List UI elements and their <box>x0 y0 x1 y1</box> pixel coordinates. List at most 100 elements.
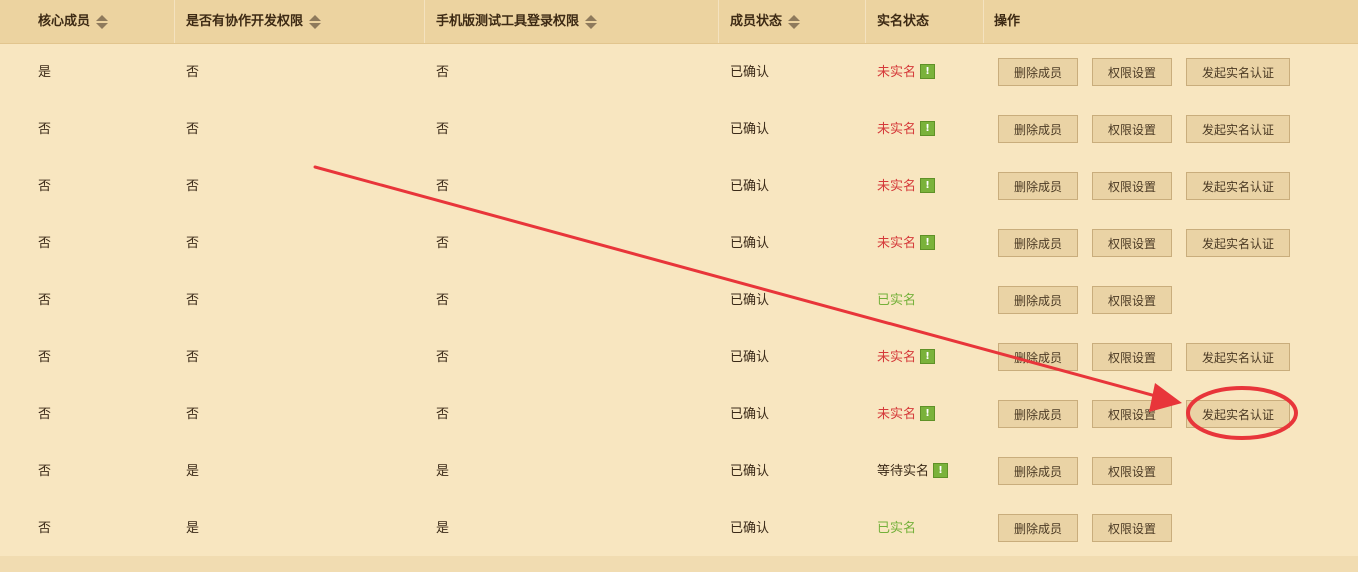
delete-member-button[interactable]: 删除成员 <box>998 457 1078 485</box>
table-header: 核心成员 是否有协作开发权限 手机版测试工具登录权限 成员状态 实名状态 操作 <box>0 0 1358 44</box>
cell-core-member: 否 <box>38 350 52 365</box>
warning-icon[interactable]: ! <box>920 235 936 250</box>
header-mobile-login-permission[interactable]: 手机版测试工具登录权限 <box>436 0 598 43</box>
cell-collab-permission: 否 <box>186 407 200 422</box>
realname-status-text: 未实名 <box>877 179 917 194</box>
warning-icon[interactable]: ! <box>920 178 936 193</box>
cell-collab-permission: 否 <box>186 293 200 308</box>
cell-realname-status: 未实名! <box>877 386 936 443</box>
table-row: 是 否 否 已确认 未实名! 删除成员 权限设置 发起实名认证 <box>0 44 1358 101</box>
cell-collab-permission: 是 <box>186 521 200 536</box>
cell-mobile-login-permission: 否 <box>436 350 450 365</box>
delete-member-button[interactable]: 删除成员 <box>998 229 1078 257</box>
warning-icon[interactable]: ! <box>920 121 936 136</box>
cell-collab-permission: 否 <box>186 122 200 137</box>
table-row: 否 是 是 已确认 等待实名! 删除成员 权限设置 <box>0 443 1358 500</box>
cell-member-status: 已确认 <box>730 65 770 80</box>
sort-icon[interactable] <box>96 14 109 30</box>
table-row: 否 否 否 已确认 已实名 删除成员 权限设置 <box>0 272 1358 329</box>
realname-status-text: 未实名 <box>877 407 917 422</box>
realname-status-text: 未实名 <box>877 122 917 137</box>
cell-core-member: 否 <box>38 521 52 536</box>
permission-settings-button[interactable]: 权限设置 <box>1092 172 1172 200</box>
cell-realname-status: 未实名! <box>877 101 936 158</box>
cell-mobile-login-permission: 否 <box>436 122 450 137</box>
header-member-status[interactable]: 成员状态 <box>730 0 801 43</box>
delete-member-button[interactable]: 删除成员 <box>998 172 1078 200</box>
cell-member-status: 已确认 <box>730 350 770 365</box>
header-actions: 操作 <box>994 14 1021 29</box>
header-core-member[interactable]: 核心成员 <box>38 0 109 43</box>
cell-member-status: 已确认 <box>730 407 770 422</box>
table-row: 否 是 是 已确认 已实名 删除成员 权限设置 <box>0 500 1358 557</box>
realname-status-text: 未实名 <box>877 65 917 80</box>
realname-status-text: 等待实名 <box>877 464 930 479</box>
cell-core-member: 否 <box>38 407 52 422</box>
initiate-realname-verification-button[interactable]: 发起实名认证 <box>1186 172 1290 200</box>
cell-core-member: 是 <box>38 65 52 80</box>
delete-member-button[interactable]: 删除成员 <box>998 400 1078 428</box>
cell-mobile-login-permission: 否 <box>436 65 450 80</box>
table-row: 否 否 否 已确认 未实名! 删除成员 权限设置 发起实名认证 <box>0 329 1358 386</box>
cell-mobile-login-permission: 否 <box>436 179 450 194</box>
table-footer <box>0 556 1358 572</box>
sort-icon[interactable] <box>585 14 598 30</box>
cell-member-status: 已确认 <box>730 293 770 308</box>
cell-core-member: 否 <box>38 179 52 194</box>
cell-realname-status: 未实名! <box>877 215 936 272</box>
realname-status-text: 已实名 <box>877 293 917 308</box>
delete-member-button[interactable]: 删除成员 <box>998 58 1078 86</box>
delete-member-button[interactable]: 删除成员 <box>998 286 1078 314</box>
cell-collab-permission: 否 <box>186 350 200 365</box>
delete-member-button[interactable]: 删除成员 <box>998 115 1078 143</box>
cell-mobile-login-permission: 是 <box>436 464 450 479</box>
cell-realname-status: 未实名! <box>877 44 936 101</box>
cell-core-member: 否 <box>38 122 52 137</box>
permission-settings-button[interactable]: 权限设置 <box>1092 457 1172 485</box>
realname-status-text: 已实名 <box>877 521 917 536</box>
header-collab-permission[interactable]: 是否有协作开发权限 <box>186 0 322 43</box>
initiate-realname-verification-button[interactable]: 发起实名认证 <box>1186 229 1290 257</box>
initiate-realname-verification-button[interactable]: 发起实名认证 <box>1186 343 1290 371</box>
permission-settings-button[interactable]: 权限设置 <box>1092 343 1172 371</box>
cell-collab-permission: 否 <box>186 236 200 251</box>
permission-settings-button[interactable]: 权限设置 <box>1092 514 1172 542</box>
cell-core-member: 否 <box>38 293 52 308</box>
realname-status-text: 未实名 <box>877 350 917 365</box>
sort-icon[interactable] <box>309 14 322 30</box>
permission-settings-button[interactable]: 权限设置 <box>1092 400 1172 428</box>
initiate-realname-verification-button[interactable]: 发起实名认证 <box>1186 115 1290 143</box>
table-row: 否 否 否 已确认 未实名! 删除成员 权限设置 发起实名认证 <box>0 101 1358 158</box>
cell-collab-permission: 否 <box>186 179 200 194</box>
permission-settings-button[interactable]: 权限设置 <box>1092 115 1172 143</box>
permission-settings-button[interactable]: 权限设置 <box>1092 58 1172 86</box>
initiate-realname-verification-button[interactable]: 发起实名认证 <box>1186 58 1290 86</box>
cell-realname-status: 未实名! <box>877 158 936 215</box>
cell-member-status: 已确认 <box>730 122 770 137</box>
table-row: 否 否 否 已确认 未实名! 删除成员 权限设置 发起实名认证 <box>0 158 1358 215</box>
table-row: 否 否 否 已确认 未实名! 删除成员 权限设置 发起实名认证 <box>0 215 1358 272</box>
warning-icon[interactable]: ! <box>920 349 936 364</box>
permission-settings-button[interactable]: 权限设置 <box>1092 229 1172 257</box>
cell-mobile-login-permission: 否 <box>436 407 450 422</box>
table-row: 否 否 否 已确认 未实名! 删除成员 权限设置 发起实名认证 <box>0 386 1358 443</box>
cell-mobile-login-permission: 否 <box>436 236 450 251</box>
sort-icon[interactable] <box>788 14 801 30</box>
cell-member-status: 已确认 <box>730 179 770 194</box>
permission-settings-button[interactable]: 权限设置 <box>1092 286 1172 314</box>
cell-core-member: 否 <box>38 236 52 251</box>
header-realname-status: 实名状态 <box>877 14 930 29</box>
cell-realname-status: 等待实名! <box>877 443 949 500</box>
delete-member-button[interactable]: 删除成员 <box>998 343 1078 371</box>
warning-icon[interactable]: ! <box>920 64 936 79</box>
cell-realname-status: 已实名 <box>877 500 916 557</box>
warning-icon[interactable]: ! <box>933 463 949 478</box>
cell-mobile-login-permission: 否 <box>436 293 450 308</box>
delete-member-button[interactable]: 删除成员 <box>998 514 1078 542</box>
cell-realname-status: 已实名 <box>877 272 916 329</box>
cell-collab-permission: 是 <box>186 464 200 479</box>
realname-status-text: 未实名 <box>877 236 917 251</box>
initiate-realname-verification-button[interactable]: 发起实名认证 <box>1186 400 1290 428</box>
cell-realname-status: 未实名! <box>877 329 936 386</box>
warning-icon[interactable]: ! <box>920 406 936 421</box>
